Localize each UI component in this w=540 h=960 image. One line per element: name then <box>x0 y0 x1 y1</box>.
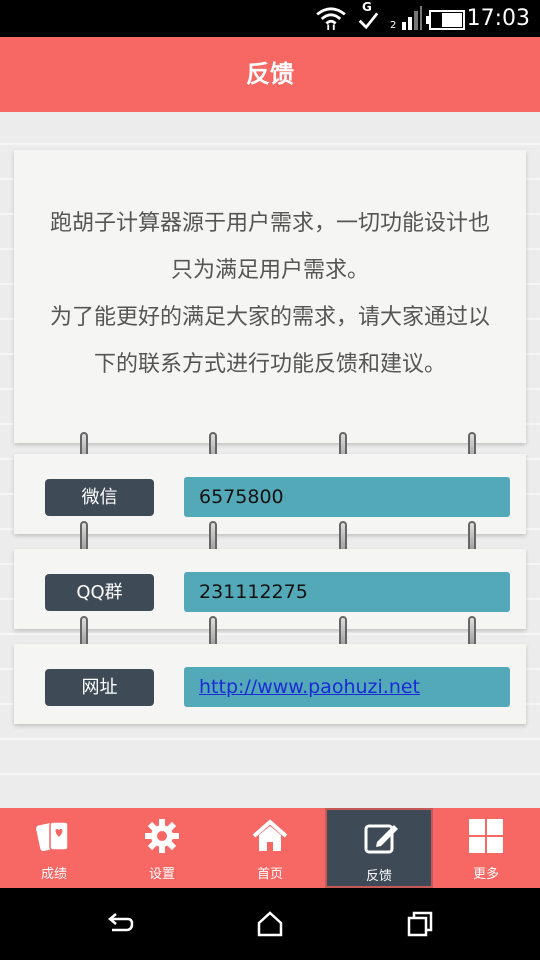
nav-label: 首页 <box>256 867 283 882</box>
nav-item-more[interactable]: 更多 <box>432 808 540 888</box>
wechat-value: 6575800 <box>184 477 510 517</box>
back-icon[interactable] <box>106 910 134 938</box>
intro-panel: 跑胡子计算器源于用户需求，一切功能设计也 只为满足用户需求。 为了能更好的满足大… <box>14 150 526 443</box>
nav-item-home[interactable]: 首页 <box>216 808 324 888</box>
website-label: 网址 <box>45 669 154 706</box>
page-title: 反馈 <box>246 60 294 88</box>
website-value: http://www.paohuzi.net <box>184 667 510 707</box>
home-icon <box>252 819 288 851</box>
wechat-label: 微信 <box>45 479 154 516</box>
intro-line: 只为满足用户需求。 <box>170 258 369 283</box>
wechat-row: 微信 6575800 <box>14 454 526 534</box>
wifi-icon <box>316 7 346 30</box>
svg-text:2: 2 <box>390 20 396 30</box>
website-link[interactable]: http://www.paohuzi.net <box>199 676 420 698</box>
signal-icon: 2 <box>390 6 422 30</box>
feedback-content: 跑胡子计算器源于用户需求，一切功能设计也 只为满足用户需求。 为了能更好的满足大… <box>0 112 540 808</box>
clock: 17:03 <box>466 6 530 31</box>
battery-icon <box>426 10 465 30</box>
recent-apps-icon[interactable] <box>406 910 434 938</box>
qq-group-value: 231112275 <box>184 572 510 612</box>
bottom-nav: 成绩 设置 首页 反馈 更多 <box>0 808 540 888</box>
intro-line: 为了能更好的满足大家的需求，请大家通过以 <box>49 305 490 330</box>
nav-label: 更多 <box>472 867 499 882</box>
nav-item-scores[interactable]: 成绩 <box>0 808 108 888</box>
nav-item-feedback[interactable]: 反馈 <box>325 808 433 888</box>
intro-line: 下的联系方式进行功能反馈和建议。 <box>93 352 446 377</box>
qq-group-row: QQ群 231112275 <box>14 549 526 629</box>
nav-item-settings[interactable]: 设置 <box>108 808 216 888</box>
cards-icon <box>36 821 69 852</box>
status-bar: G 2 17:03 <box>0 0 540 37</box>
nav-label: 设置 <box>148 867 175 882</box>
intro-line: 跑胡子计算器源于用户需求，一切功能设计也 <box>49 211 490 236</box>
check-icon <box>358 12 379 30</box>
gear-icon <box>145 819 179 853</box>
nav-label: 反馈 <box>365 869 392 884</box>
qq-group-label: QQ群 <box>45 574 154 611</box>
app-header: 反馈 <box>0 37 540 112</box>
intro-text: 跑胡子计算器源于用户需求，一切功能设计也 只为满足用户需求。 为了能更好的满足大… <box>14 200 526 388</box>
home-button-icon[interactable] <box>256 910 284 938</box>
system-nav-bar <box>0 888 540 960</box>
website-row: 网址 http://www.paohuzi.net <box>14 644 526 724</box>
nav-label: 成绩 <box>40 867 67 882</box>
grid-icon <box>469 819 503 853</box>
edit-icon <box>364 824 398 854</box>
